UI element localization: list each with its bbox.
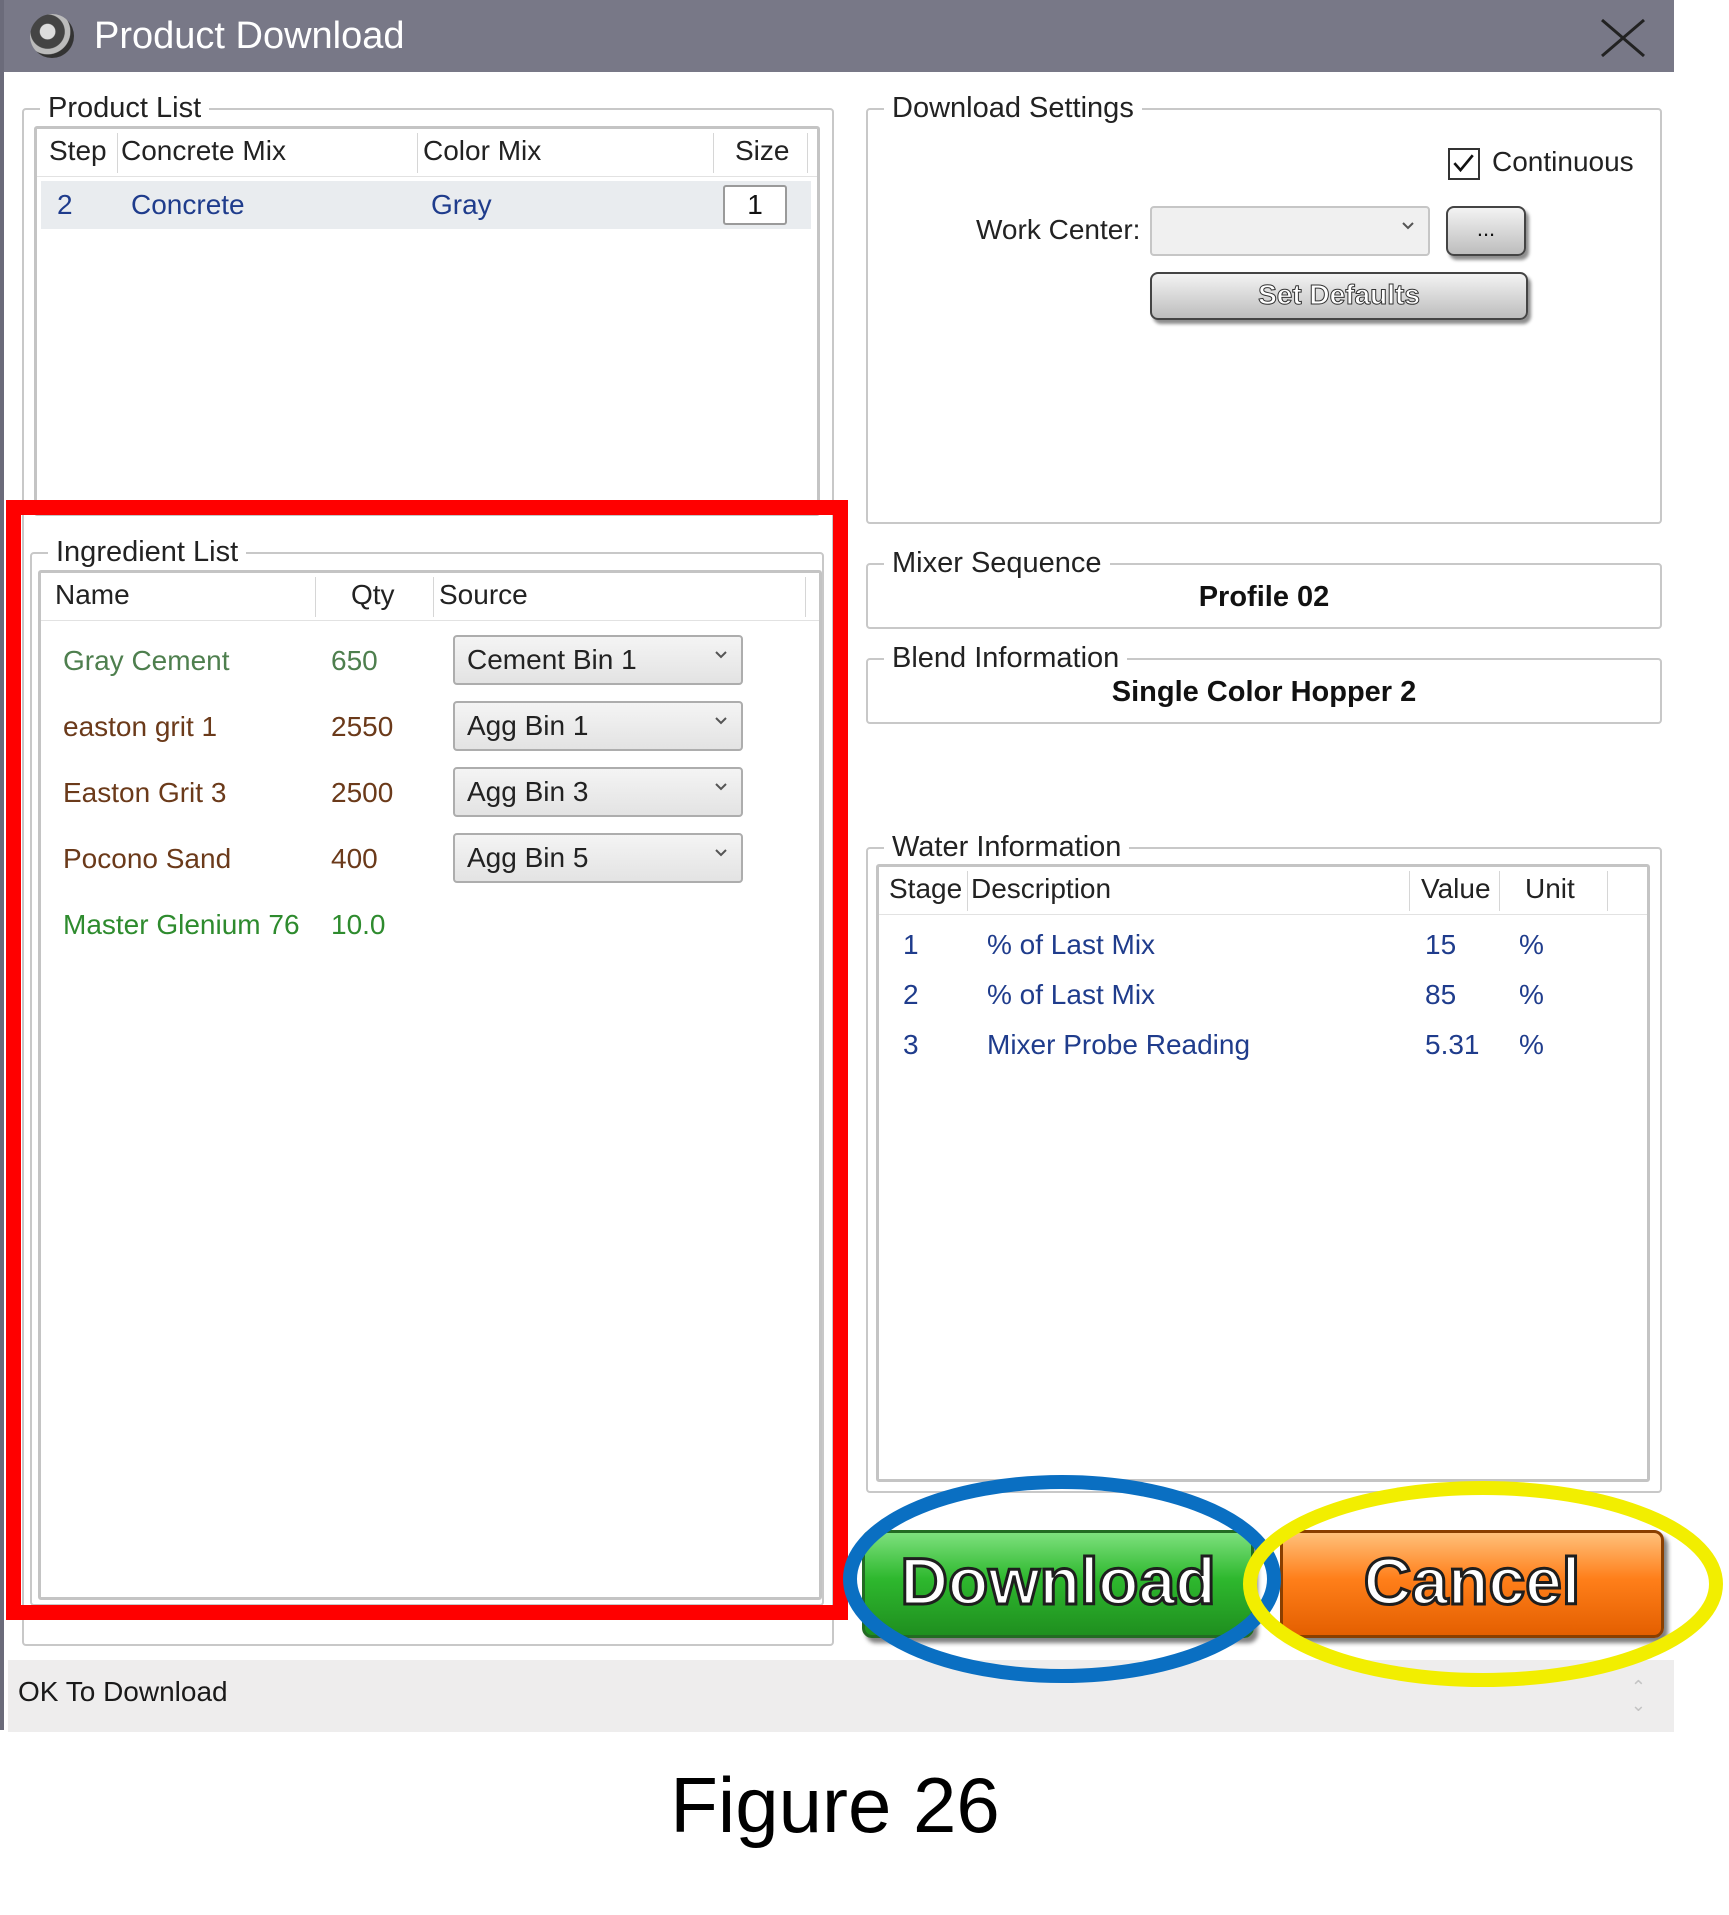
source-select[interactable]: Cement Bin 1 <box>453 635 743 685</box>
product-list-legend: Product List <box>40 90 210 126</box>
water-information-legend: Water Information <box>884 829 1130 865</box>
table-row[interactable]: 2 % of Last Mix 85 % <box>879 969 1639 1019</box>
ingredient-qty: 400 <box>331 843 378 874</box>
water-unit: % <box>1519 1029 1544 1060</box>
chevron-down-icon <box>715 717 727 725</box>
ingredient-qty: 650 <box>331 645 378 676</box>
continuous-checkbox[interactable] <box>1448 148 1480 180</box>
water-unit: % <box>1519 979 1544 1010</box>
table-row[interactable]: 1 % of Last Mix 15 % <box>879 919 1639 969</box>
water-value: 15 <box>1425 929 1457 960</box>
work-center-label: Work Center: <box>976 214 1141 245</box>
download-button[interactable]: Download <box>862 1530 1254 1638</box>
water-stage: 1 <box>903 929 919 960</box>
source-select[interactable]: Agg Bin 3 <box>453 767 743 817</box>
mixer-sequence-legend: Mixer Sequence <box>884 545 1110 581</box>
source-select[interactable]: Agg Bin 5 <box>453 833 743 883</box>
figure-caption: Figure 26 <box>670 1761 1000 1849</box>
close-icon[interactable] <box>1598 16 1648 60</box>
blend-information-value: Single Color Hopper 2 <box>1111 676 1417 708</box>
cancel-button[interactable]: Cancel <box>1280 1530 1664 1638</box>
continuous-label[interactable]: Continuous <box>1492 146 1634 178</box>
status-bar: OK To Download ⌃ ⌄ <box>8 1660 1674 1732</box>
ingredient-name: Master Glenium 76 <box>63 909 300 940</box>
source-select-value: Agg Bin 3 <box>467 776 589 807</box>
water-value: 5.31 <box>1425 1029 1480 1060</box>
column-header-size[interactable]: Size <box>735 135 789 167</box>
blend-information-legend: Blend Information <box>884 640 1128 676</box>
ingredient-name: Gray Cement <box>63 645 230 676</box>
column-header-source[interactable]: Source <box>439 579 528 611</box>
column-header-value[interactable]: Value <box>1421 873 1491 905</box>
ingredient-row[interactable]: Gray Cement 650 Cement Bin 1 <box>41 631 819 693</box>
ingredient-name: Pocono Sand <box>63 843 232 874</box>
ingredient-qty: 10.0 <box>331 909 386 940</box>
source-select-value: Cement Bin 1 <box>467 644 637 675</box>
column-header-unit[interactable]: Unit <box>1525 873 1575 905</box>
row-step: 2 <box>57 189 73 220</box>
brain-icon <box>30 14 74 58</box>
product-list-header: Step Concrete Mix Color Mix Size <box>37 129 817 177</box>
ingredient-name: Easton Grit 3 <box>63 777 227 808</box>
table-row[interactable]: 3 Mixer Probe Reading 5.31 % <box>879 1019 1639 1069</box>
download-settings-legend: Download Settings <box>884 90 1142 126</box>
download-settings-group: Download Settings Continuous Work Center… <box>866 90 1662 524</box>
water-description: % of Last Mix <box>987 929 1156 960</box>
column-header-name[interactable]: Name <box>55 579 130 611</box>
table-row[interactable]: 2 Concrete Gray 1 <box>41 181 811 229</box>
ingredient-list-grid[interactable]: Name Qty Source Gray Cement 650 Cement B… <box>38 570 822 1600</box>
source-select-value: Agg Bin 5 <box>467 842 589 873</box>
ingredient-qty: 2500 <box>331 777 394 808</box>
checkmark-icon <box>1453 154 1474 173</box>
window-title: Product Download <box>94 15 405 57</box>
size-input[interactable]: 1 <box>723 185 787 225</box>
water-value: 85 <box>1425 979 1457 1010</box>
column-header-step[interactable]: Step <box>49 135 107 167</box>
row-concrete-mix: Concrete <box>131 189 245 220</box>
ingredient-list-header: Name Qty Source <box>41 573 819 621</box>
column-header-qty[interactable]: Qty <box>351 579 395 611</box>
column-header-concrete-mix[interactable]: Concrete Mix <box>121 135 286 167</box>
column-header-color-mix[interactable]: Color Mix <box>423 135 541 167</box>
mixer-sequence-value: Profile 02 <box>1198 581 1330 613</box>
status-text: OK To Download <box>18 1676 228 1707</box>
ingredient-row[interactable]: easton grit 1 2550 Agg Bin 1 <box>41 697 819 759</box>
ingredient-qty: 2550 <box>331 711 394 742</box>
ingredient-name: easton grit 1 <box>63 711 218 742</box>
water-unit: % <box>1519 929 1544 960</box>
ingredient-row[interactable]: Master Glenium 76 10.0 <box>41 895 819 957</box>
ingredient-row[interactable]: Pocono Sand 400 Agg Bin 5 <box>41 829 819 891</box>
ingredient-row[interactable]: Easton Grit 3 2500 Agg Bin 3 <box>41 763 819 825</box>
resize-grip-icon[interactable]: ⌃ ⌄ <box>1631 1678 1646 1714</box>
water-stage: 3 <box>903 1029 919 1060</box>
chevron-down-icon <box>1402 222 1414 230</box>
source-select-value: Agg Bin 1 <box>467 710 589 741</box>
source-select[interactable]: Agg Bin 1 <box>453 701 743 751</box>
product-download-window: Product Download Product List Step Concr… <box>0 0 1674 1732</box>
column-header-description[interactable]: Description <box>971 873 1111 905</box>
title-bar: Product Download <box>4 0 1674 72</box>
water-information-header: Stage Description Value Unit <box>879 867 1647 915</box>
row-color-mix: Gray <box>431 189 492 220</box>
mixer-sequence-group: Mixer Sequence Profile 02 <box>866 545 1662 629</box>
water-stage: 2 <box>903 979 919 1010</box>
column-header-stage[interactable]: Stage <box>889 873 962 905</box>
water-description: Mixer Probe Reading <box>987 1029 1251 1060</box>
water-description: % of Last Mix <box>987 979 1156 1010</box>
water-information-grid[interactable]: Stage Description Value Unit 1 % of Last… <box>876 864 1650 1482</box>
chevron-down-icon <box>715 783 727 791</box>
chevron-down-icon <box>715 651 727 659</box>
product-list-grid[interactable]: Step Concrete Mix Color Mix Size 2 Concr… <box>34 126 820 516</box>
chevron-down-icon <box>715 849 727 857</box>
work-center-select[interactable] <box>1150 206 1430 256</box>
blend-information-group: Blend Information Single Color Hopper 2 <box>866 640 1662 724</box>
work-center-browse-button[interactable]: ... <box>1446 206 1526 256</box>
ingredient-list-legend: Ingredient List <box>48 534 247 570</box>
set-defaults-button[interactable]: Set Defaults <box>1150 272 1528 320</box>
